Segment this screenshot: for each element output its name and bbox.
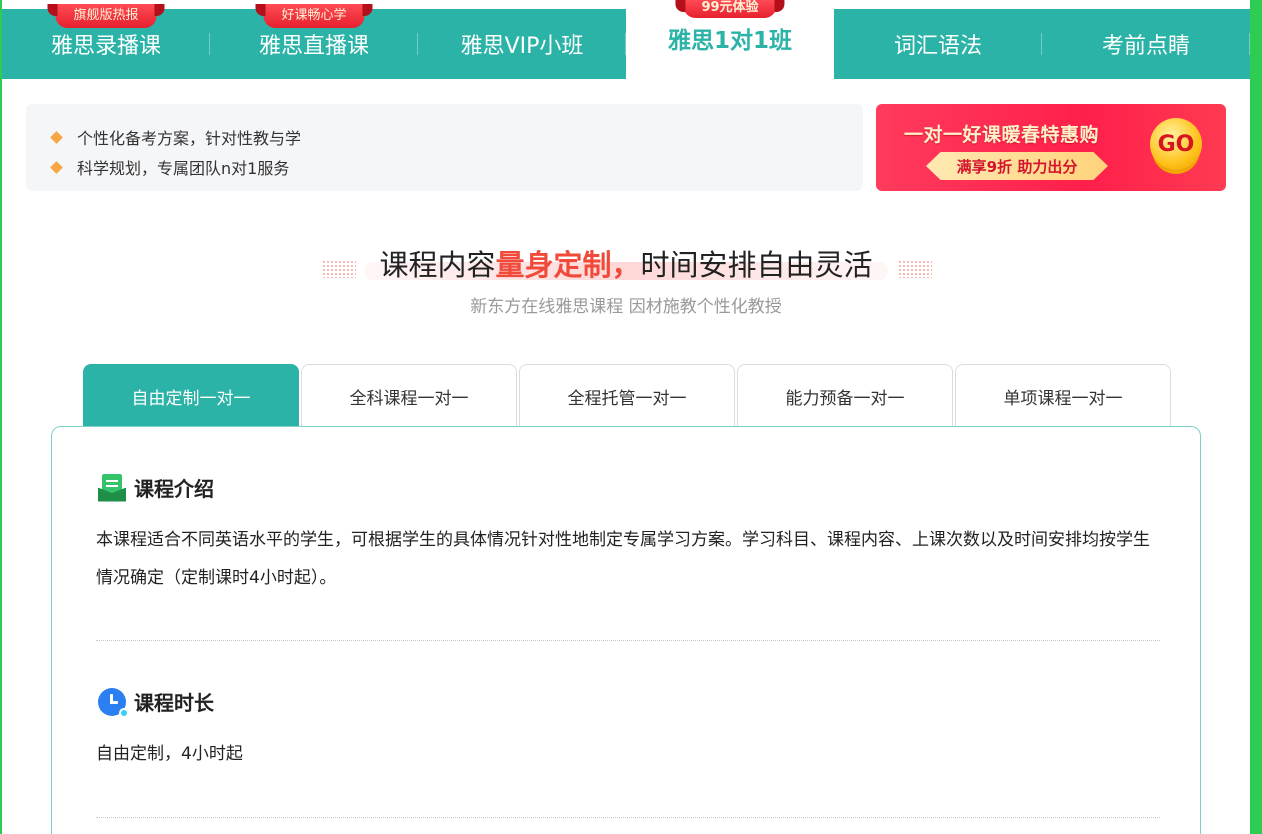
duration-text: 自由定制，4小时起	[96, 744, 243, 764]
nav-item-label: 词汇语法	[893, 34, 982, 59]
tab-full-managed-1on1[interactable]: 全程托管一对一	[519, 364, 735, 427]
duration-title: 课程时长	[134, 691, 214, 715]
nav-badge: 99元体验	[675, 0, 785, 18]
course-content-card: 课程介绍 本课程适合不同英语水平的学生，可根据学生的具体情况针对性地制定专属学习…	[51, 426, 1201, 834]
page-title: 课程内容量身定制，时间安排自由灵活	[2, 242, 1250, 284]
feature-item: 个性化备考方案，针对性教与学	[50, 122, 837, 152]
feature-text: 个性化备考方案，针对性教与学	[77, 129, 302, 148]
nav-item-exam-tips[interactable]: 考前点睛	[1042, 9, 1250, 79]
intro-title: 课程介绍	[134, 477, 214, 501]
go-button[interactable]: GO	[1150, 118, 1202, 170]
nav-item-label: 雅思录播课	[50, 34, 161, 59]
section-divider	[96, 817, 1160, 818]
nav-item-label: 考前点睛	[1101, 34, 1190, 59]
tab-full-subject-1on1[interactable]: 全科课程一对一	[301, 364, 517, 427]
top-nav: 旗舰版热报 雅思录播课 好课畅心学 雅思直播课 雅思VIP小班 99元体验 雅思…	[2, 0, 1250, 79]
diamond-icon	[50, 160, 63, 174]
title-part-1: 课程内容	[379, 248, 496, 282]
nav-badge: 旗舰版热报	[47, 4, 165, 28]
title-highlight: 量身定制，	[495, 248, 641, 282]
nav-item-label: 雅思1对1班	[667, 27, 792, 54]
course-tabs: 自由定制一对一 全科课程一对一 全程托管一对一 能力预备一对一 单项课程一对一	[83, 364, 1173, 427]
nav-item-ielts-vip[interactable]: 雅思VIP小班	[418, 9, 626, 79]
book-icon	[98, 473, 126, 502]
nav-item-ielts-1on1[interactable]: 99元体验 雅思1对1班	[626, 0, 834, 79]
feature-item: 科学规划，专属团队n对1服务	[50, 152, 837, 182]
nav-badge: 好课畅心学	[255, 4, 373, 28]
nav-item-ielts-recorded[interactable]: 旗舰版热报 雅思录播课	[2, 4, 210, 79]
feature-text: 科学规划，专属团队n对1服务	[77, 159, 290, 178]
page-subtitle: 新东方在线雅思课程 因材施教个性化教授	[470, 297, 782, 317]
nav-item-ielts-live[interactable]: 好课畅心学 雅思直播课	[210, 4, 418, 79]
diamond-icon	[50, 130, 63, 144]
nav-separator	[1249, 33, 1250, 55]
section-divider	[96, 640, 1160, 641]
section-title-duration: 课程时长	[98, 687, 220, 718]
promo-title: 一对一好课暖春特惠购	[904, 124, 1100, 146]
promo-subtitle: 满享9折 助力出分	[926, 152, 1108, 180]
tab-foundation-1on1[interactable]: 能力预备一对一	[737, 364, 953, 427]
nav-item-label: 雅思VIP小班	[460, 34, 584, 59]
feature-box: 个性化备考方案，针对性教与学 科学规划，专属团队n对1服务	[26, 104, 863, 191]
page: 旗舰版热报 雅思录播课 好课畅心学 雅思直播课 雅思VIP小班 99元体验 雅思…	[2, 0, 1250, 834]
nav-item-vocab-grammar[interactable]: 词汇语法	[834, 9, 1042, 79]
promo-banner[interactable]: 一对一好课暖春特惠购 满享9折 助力出分 GO	[876, 104, 1226, 191]
intro-text: 本课程适合不同英语水平的学生，可根据学生的具体情况针对性地制定专属学习方案。学习…	[96, 530, 1150, 588]
clock-icon	[98, 687, 129, 718]
tab-custom-1on1[interactable]: 自由定制一对一	[83, 364, 299, 427]
title-part-2: 时间安排自由灵活	[640, 248, 873, 282]
section-title-intro: 课程介绍	[98, 473, 220, 502]
tab-single-subject-1on1[interactable]: 单项课程一对一	[955, 364, 1171, 427]
nav-item-label: 雅思直播课	[258, 34, 369, 59]
